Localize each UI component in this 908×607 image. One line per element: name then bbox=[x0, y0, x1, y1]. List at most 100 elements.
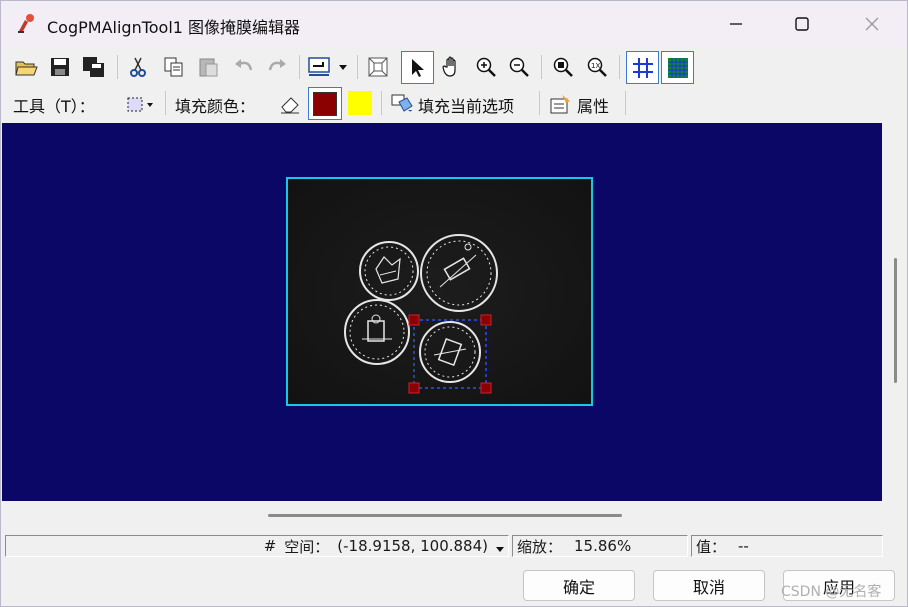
undo-icon bbox=[235, 59, 253, 71]
close-button[interactable] bbox=[837, 1, 907, 47]
cut-icon bbox=[130, 57, 146, 77]
export-button[interactable] bbox=[305, 52, 335, 82]
svg-text:1X: 1X bbox=[591, 62, 600, 70]
resize-handle[interactable] bbox=[480, 314, 492, 326]
primary-color-fill bbox=[313, 91, 337, 116]
pointer-icon bbox=[411, 58, 424, 77]
zoom-100-button[interactable]: 1X bbox=[582, 52, 612, 82]
primary-color-swatch[interactable] bbox=[308, 87, 342, 120]
fill-color-label: 填充颜色： bbox=[175, 97, 256, 116]
zoom-box-icon bbox=[553, 57, 573, 77]
pixel-value: -- bbox=[738, 537, 749, 555]
hash-label: # bbox=[263, 537, 277, 555]
save-all-icon bbox=[83, 57, 104, 77]
open-button[interactable] bbox=[11, 52, 41, 82]
redo-icon bbox=[268, 59, 286, 71]
fill-current-icon-wrap[interactable] bbox=[387, 89, 417, 119]
fill-current-button[interactable]: 填充当前选项 bbox=[418, 93, 514, 117]
redo-button[interactable] bbox=[262, 52, 292, 82]
app-icon bbox=[18, 14, 34, 33]
grid-toggle-button[interactable] bbox=[626, 51, 659, 84]
dropdown-arrow-icon bbox=[339, 65, 347, 70]
cancel-button[interactable]: 取消 bbox=[653, 570, 765, 601]
mask-editor-window: CogPMAlignTool1 图像掩膜编辑器 1X 工具（T）： 填充颜色： … bbox=[0, 0, 908, 607]
coordinate-value: (-18.9158, 100.884) bbox=[337, 537, 488, 555]
paste-icon bbox=[199, 58, 218, 77]
properties-icon bbox=[550, 95, 570, 114]
tool-shape-dropdown[interactable] bbox=[121, 89, 159, 119]
maximize-button[interactable] bbox=[767, 1, 837, 47]
ok-button[interactable]: 确定 bbox=[523, 570, 635, 601]
separator bbox=[619, 55, 620, 79]
zoom-out-icon bbox=[509, 57, 529, 77]
zoom-box-button[interactable] bbox=[548, 52, 578, 82]
resize-handle[interactable] bbox=[408, 314, 420, 326]
fit-button[interactable] bbox=[363, 52, 393, 82]
tool-label: 工具（T）： bbox=[13, 97, 95, 116]
eraser-icon bbox=[281, 97, 299, 114]
eraser-button[interactable] bbox=[275, 89, 305, 119]
zoom-in-button[interactable] bbox=[471, 52, 501, 82]
separator bbox=[381, 91, 382, 115]
horizontal-scrollbar[interactable] bbox=[2, 501, 882, 529]
dotted-rectangle-icon bbox=[127, 97, 153, 112]
window-title: CogPMAlignTool1 图像掩膜编辑器 bbox=[47, 18, 301, 37]
zoom-out-button[interactable] bbox=[504, 52, 534, 82]
maximize-icon bbox=[795, 17, 809, 31]
status-bar: # 空间： (-18.9158, 100.884) 缩放： 15.86% 值： … bbox=[1, 531, 907, 561]
main-toolbar: 1X bbox=[1, 47, 907, 87]
minimize-button[interactable] bbox=[701, 1, 771, 47]
minimize-icon bbox=[730, 23, 742, 25]
pan-hand-icon bbox=[442, 56, 456, 77]
paste-button[interactable] bbox=[193, 52, 223, 82]
separator bbox=[117, 55, 118, 79]
vertical-scrollbar[interactable] bbox=[883, 123, 907, 501]
export-icon bbox=[308, 57, 330, 76]
image-canvas[interactable] bbox=[2, 123, 882, 501]
space-dropdown[interactable] bbox=[495, 541, 505, 557]
open-folder-icon bbox=[15, 61, 38, 76]
separator bbox=[625, 91, 626, 115]
properties-icon-wrap[interactable] bbox=[545, 89, 575, 119]
vertical-scroll-thumb[interactable] bbox=[894, 258, 897, 383]
coordinate-field: # 空间： (-18.9158, 100.884) bbox=[5, 535, 509, 557]
secondary-color-fill bbox=[348, 91, 372, 115]
save-button[interactable] bbox=[45, 52, 75, 82]
properties-button[interactable]: 属性 bbox=[577, 93, 609, 117]
save-icon bbox=[51, 58, 69, 76]
close-icon bbox=[865, 17, 879, 31]
value-label: 值： bbox=[696, 537, 727, 556]
pointer-tool-button[interactable] bbox=[401, 51, 434, 84]
grid-icon bbox=[632, 57, 653, 78]
zoom-value: 15.86% bbox=[574, 537, 632, 555]
image-frame bbox=[286, 177, 593, 406]
watermark: CSDN @无名客 bbox=[781, 584, 882, 600]
fit-icon bbox=[368, 57, 388, 77]
fine-grid-toggle-button[interactable] bbox=[661, 51, 694, 84]
cut-button[interactable] bbox=[123, 52, 153, 82]
resize-handle[interactable] bbox=[480, 382, 492, 394]
separator bbox=[299, 55, 300, 79]
coins-image bbox=[288, 179, 591, 404]
fine-grid-icon bbox=[667, 57, 688, 78]
mask-toolbar: 工具（T）： 填充颜色： 填充当前选项 属性 bbox=[1, 87, 907, 121]
value-field: 值： -- bbox=[691, 535, 883, 557]
separator bbox=[541, 55, 542, 79]
zoom-label: 缩放： bbox=[517, 537, 563, 556]
copy-button[interactable] bbox=[159, 52, 189, 82]
separator bbox=[357, 55, 358, 79]
paint-bucket-icon bbox=[391, 94, 413, 112]
export-dropdown[interactable] bbox=[335, 52, 351, 82]
save-all-button[interactable] bbox=[79, 52, 109, 82]
separator bbox=[165, 91, 166, 115]
resize-handle[interactable] bbox=[408, 382, 420, 394]
horizontal-scroll-thumb[interactable] bbox=[268, 514, 622, 517]
separator bbox=[539, 91, 540, 115]
pan-tool-button[interactable] bbox=[437, 52, 467, 82]
undo-button[interactable] bbox=[229, 52, 259, 82]
zoom-in-icon bbox=[476, 57, 496, 77]
secondary-color-swatch[interactable] bbox=[345, 88, 375, 118]
copy-icon bbox=[164, 57, 183, 77]
title-bar: CogPMAlignTool1 图像掩膜编辑器 bbox=[1, 1, 907, 47]
space-label: 空间： bbox=[284, 537, 330, 556]
